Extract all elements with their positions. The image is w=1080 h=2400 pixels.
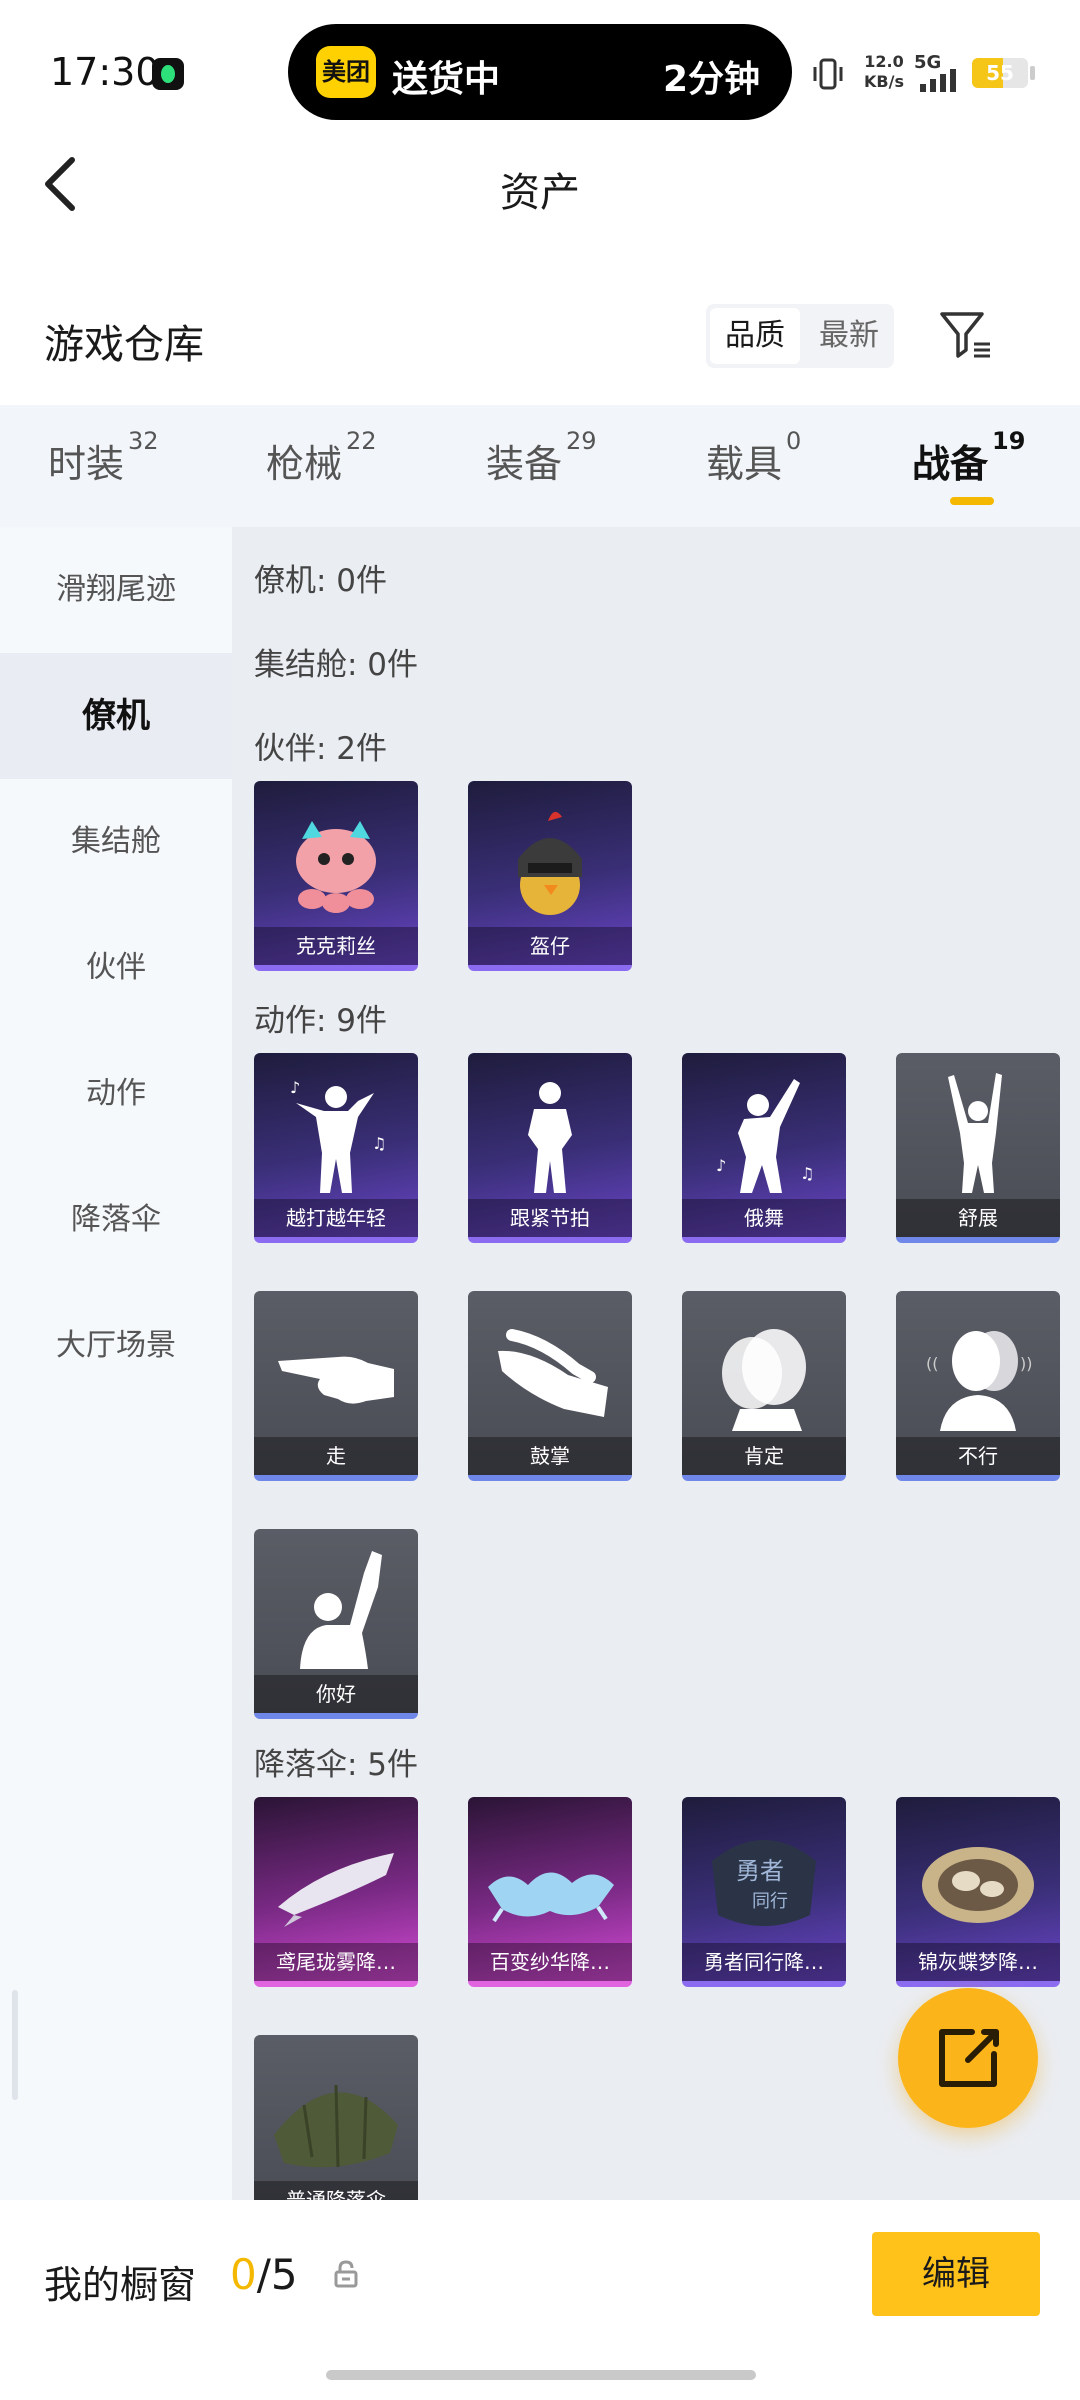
item-name: 克克莉丝	[296, 934, 376, 958]
item-card[interactable]: 肯定	[682, 1291, 846, 1481]
item-card[interactable]: ♪ ♫ 俄舞	[682, 1053, 846, 1243]
item-card[interactable]: 勇者 同行 勇者同行降…	[682, 1797, 846, 1987]
standard-parachute-icon	[274, 2084, 398, 2168]
battery-icon: 55	[972, 58, 1028, 88]
item-name: 普通降落伞	[286, 2188, 386, 2200]
sort-newest-button[interactable]: 最新	[804, 304, 894, 368]
item-card[interactable]: 克克莉丝	[254, 781, 418, 971]
sidebar-item-parachute[interactable]: 降落伞	[0, 1157, 232, 1283]
item-name: 俄舞	[744, 1206, 784, 1230]
item-list[interactable]: 僚机: 0件 集结舱: 0件 伙伴: 2件 克克莉丝 盔仔 动作: 9件 ♪ ♫…	[232, 527, 1080, 2200]
svg-text:((: ((	[926, 1354, 938, 1373]
item-name: 百变纱华降…	[490, 1950, 610, 1974]
page-title: 资产	[500, 170, 580, 216]
item-name: 肯定	[744, 1444, 784, 1468]
tab-vehicles[interactable]: 载具0	[706, 427, 801, 488]
svg-text:♪: ♪	[716, 1156, 726, 1175]
item-card[interactable]: 鸢尾珑雾降…	[254, 1797, 418, 1987]
item-name: 你好	[316, 1682, 356, 1706]
tab-battle-prep[interactable]: 战备19	[912, 427, 1025, 488]
item-card[interactable]: 跟紧节拍	[468, 1053, 632, 1243]
tab-guns[interactable]: 枪械22	[266, 427, 377, 488]
tab-equipment[interactable]: 装备29	[486, 427, 597, 488]
svg-text:)): ))	[1020, 1354, 1032, 1373]
item-name: 越打越年轻	[286, 1206, 386, 1230]
sidebar-item-capsule[interactable]: 集结舱	[0, 779, 232, 905]
item-name: 勇者同行降…	[704, 1950, 824, 1974]
sort-quality-button[interactable]: 品质	[710, 308, 800, 364]
sidebar-item-partner[interactable]: 伙伴	[0, 905, 232, 1031]
category-tabs: 时装32 枪械22 装备29 载具0 战备19	[0, 405, 1080, 527]
sidebar-item-wingman[interactable]: 僚机	[0, 653, 232, 779]
group-title-emote: 动作: 9件	[254, 1003, 388, 1039]
net-speed: 12.0 KB/s	[864, 52, 904, 91]
item-name: 鸢尾珑雾降…	[276, 1950, 396, 1974]
svg-text:同行: 同行	[752, 1891, 788, 1912]
item-card[interactable]: ♪ ♫ 越打越年轻	[254, 1053, 418, 1243]
item-name: 走	[326, 1444, 346, 1468]
item-card[interactable]: 鼓掌	[468, 1291, 632, 1481]
lock-icon	[334, 2260, 358, 2288]
showcase-count: 0/5	[230, 2250, 298, 2299]
vibrate-icon	[813, 58, 843, 90]
home-indicator[interactable]	[326, 2370, 756, 2380]
active-tab-indicator	[950, 497, 994, 505]
sidebar-scrollbar[interactable]	[12, 1990, 18, 2100]
item-name: 盔仔	[530, 934, 570, 958]
delivery-eta: 2分钟	[662, 59, 760, 100]
sidebar-item-glide-trail[interactable]: 滑翔尾迹	[0, 527, 232, 653]
battery-level: 55	[986, 61, 1014, 85]
item-card[interactable]: 普通降落伞	[254, 2035, 418, 2200]
music-app-icon	[152, 58, 184, 90]
tab-fashion[interactable]: 时装32	[48, 427, 159, 488]
svg-text:♫: ♫	[800, 1164, 814, 1183]
edit-button[interactable]: 编辑	[872, 2232, 1040, 2316]
svg-text:♪: ♪	[290, 1078, 300, 1097]
group-title-parachute: 降落伞: 5件	[254, 1747, 419, 1783]
warehouse-title: 游戏仓库	[44, 322, 204, 368]
battery-tip	[1030, 66, 1035, 80]
sort-toggle: 品质 最新	[706, 304, 894, 368]
svg-text:♫: ♫	[372, 1134, 386, 1153]
navigation-bar: 资产	[0, 140, 1080, 270]
delivery-status: 送货中	[392, 59, 501, 100]
meituan-logo-icon: 美团	[316, 46, 376, 98]
status-time: 17:30	[50, 50, 160, 94]
share-button[interactable]	[898, 1988, 1038, 2128]
sidebar-item-lobby-scene[interactable]: 大厅场景	[0, 1283, 232, 1409]
item-card[interactable]: 盔仔	[468, 781, 632, 971]
sidebar: 滑翔尾迹 僚机 集结舱 伙伴 动作 降落伞 大厅场景	[0, 527, 232, 2200]
showcase-title: 我的橱窗	[44, 2263, 197, 2307]
group-title-capsule: 集结舱: 0件	[254, 647, 419, 683]
status-bar: 17:30 美团 送货中 2分钟 12.0 KB/s 5G 55	[0, 0, 1080, 140]
item-card[interactable]: 舒展	[896, 1053, 1060, 1243]
filter-icon[interactable]	[938, 306, 994, 362]
group-title-partner: 伙伴: 2件	[254, 731, 388, 767]
item-card[interactable]: 走	[254, 1291, 418, 1481]
share-icon	[939, 2029, 999, 2087]
item-name: 鼓掌	[530, 1444, 570, 1468]
group-title-wingman: 僚机: 0件	[254, 563, 388, 599]
item-card[interactable]: (()) 不行	[896, 1291, 1060, 1481]
item-card[interactable]: 你好	[254, 1529, 418, 1719]
dynamic-island[interactable]: 美团 送货中 2分钟	[288, 24, 792, 120]
svg-text:勇者: 勇者	[736, 1857, 784, 1885]
item-name: 舒展	[958, 1206, 998, 1230]
item-card[interactable]: 锦灰蝶梦降…	[896, 1797, 1060, 1987]
signal-icon	[920, 69, 956, 92]
item-name: 不行	[958, 1444, 998, 1468]
item-name: 跟紧节拍	[510, 1206, 590, 1230]
item-card[interactable]: 百变纱华降…	[468, 1797, 632, 1987]
item-name: 锦灰蝶梦降…	[918, 1950, 1038, 1974]
warehouse-header: 游戏仓库 品质 最新	[0, 270, 1080, 405]
sidebar-item-emote[interactable]: 动作	[0, 1031, 232, 1157]
